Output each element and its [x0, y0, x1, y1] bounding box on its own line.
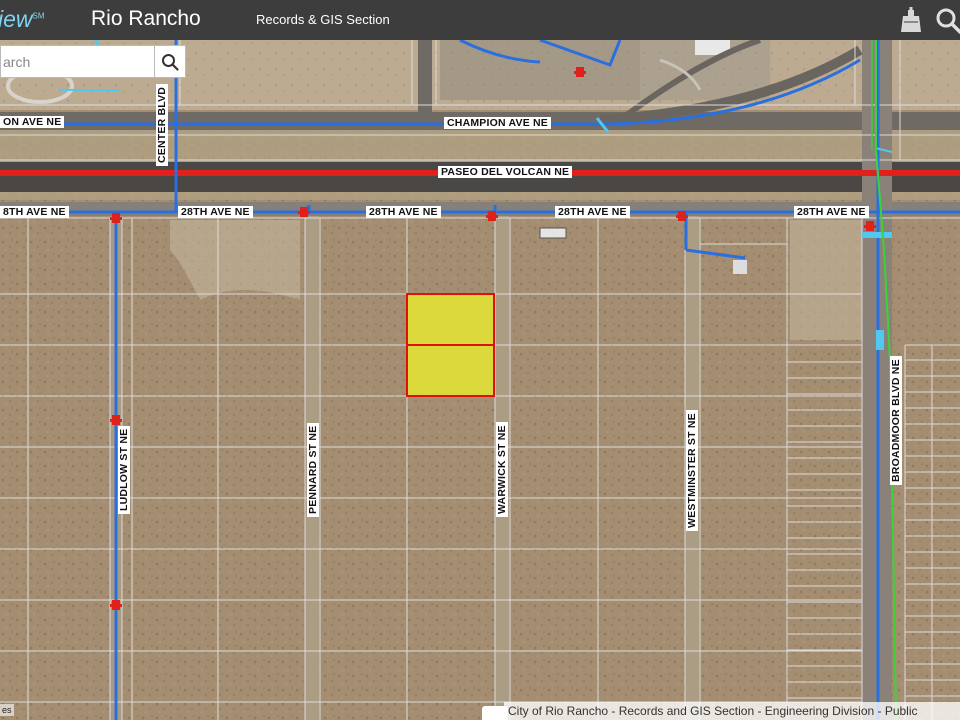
search-button[interactable] — [154, 45, 186, 78]
road-label-center-blvd: CENTER BLVD — [156, 83, 168, 166]
map-canvas[interactable] — [0, 40, 960, 720]
facility-pad — [539, 227, 567, 239]
app-subtitle: Records & GIS Section — [256, 12, 390, 27]
basemap-gallery-icon[interactable] — [897, 6, 925, 34]
search-input[interactable] — [0, 45, 154, 78]
road-label-28th-3: 28TH AVE NE — [366, 206, 441, 218]
map-viewer-app: ON AVE NE CHAMPION AVE NE PASEO DEL VOLC… — [0, 0, 960, 720]
road-label-28th-2: 28TH AVE NE — [178, 206, 253, 218]
road-label-champion: CHAMPION AVE NE — [444, 117, 552, 129]
road-label-pennard: PENNARD ST NE — [307, 422, 319, 517]
brand-mark: SM — [32, 11, 45, 21]
search-widget — [0, 45, 186, 78]
terrain-patch-east — [790, 220, 865, 340]
app-title: Rio Rancho — [91, 7, 201, 30]
facility-building — [733, 260, 747, 274]
map-attribution: City of Rio Rancho - Records and GIS Sec… — [504, 702, 960, 720]
esri-attribution[interactable]: es — [0, 704, 14, 716]
road-label-paseo-del-volcan: PASEO DEL VOLCAN NE — [438, 166, 573, 178]
search-icon[interactable] — [934, 6, 960, 34]
road-label-broadmoor: BROADMOOR BLVD NE — [890, 356, 902, 485]
road-label-warwick: WARWICK ST NE — [496, 422, 508, 517]
road-label-champion-west: ON AVE NE — [0, 116, 65, 128]
brand-logo[interactable]: iewSM — [0, 6, 45, 33]
road-label-28th-1: 8TH AVE NE — [0, 206, 69, 218]
brand-text: iew — [0, 6, 33, 32]
search-icon — [162, 53, 179, 71]
map-view[interactable]: ON AVE NE CHAMPION AVE NE PASEO DEL VOLC… — [0, 40, 960, 720]
parking-lot — [440, 40, 640, 100]
road-label-westminster: WESTMINSTER ST NE — [686, 410, 698, 531]
selected-parcel-south[interactable] — [406, 344, 495, 397]
selected-parcel-north[interactable] — [406, 293, 495, 346]
app-header: iewSM Rio Rancho Records & GIS Section — [0, 0, 960, 40]
road-label-28th-5: 28TH AVE NE — [794, 206, 869, 218]
road-label-28th-4: 28TH AVE NE — [555, 206, 630, 218]
road-label-ludlow: LUDLOW ST NE — [118, 425, 130, 514]
